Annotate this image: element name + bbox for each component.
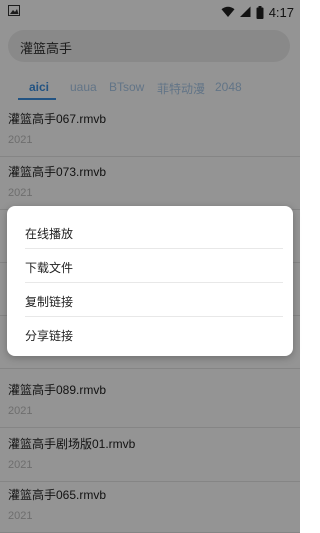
- context-menu-dialog: 在线播放 下载文件 复制链接 分享链接: [7, 206, 293, 356]
- menu-item-download-file[interactable]: 下载文件: [7, 249, 293, 283]
- menu-item-label: 分享链接: [25, 329, 74, 343]
- menu-item-share-link[interactable]: 分享链接: [7, 317, 293, 351]
- menu-item-copy-link[interactable]: 复制链接: [7, 283, 293, 317]
- menu-item-label: 下载文件: [25, 261, 74, 275]
- menu-item-label: 复制链接: [25, 295, 74, 309]
- menu-item-play-online[interactable]: 在线播放: [7, 215, 293, 249]
- menu-item-label: 在线播放: [25, 227, 74, 241]
